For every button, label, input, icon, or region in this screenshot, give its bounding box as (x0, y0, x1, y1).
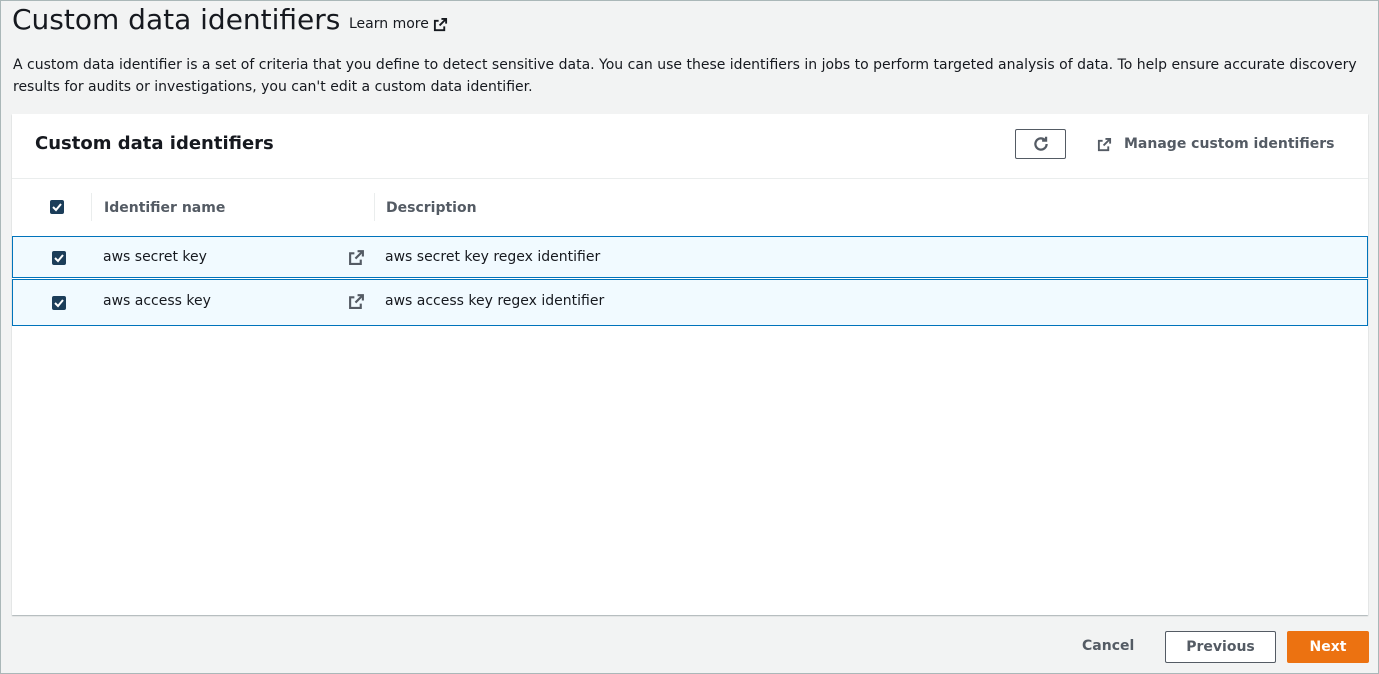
page-description: A custom data identifier is a set of cri… (13, 57, 1357, 95)
column-divider (374, 193, 375, 221)
custom-identifiers-panel: Custom data identifiers Manage custom id… (12, 114, 1368, 615)
column-header-description[interactable]: Description (386, 200, 477, 216)
learn-more-link[interactable]: Learn more (349, 16, 448, 32)
select-all-checkbox[interactable] (50, 200, 64, 214)
refresh-icon (1033, 136, 1048, 151)
identifier-name-cell: aws access key (103, 293, 211, 309)
manage-label: Manage custom identifiers (1124, 136, 1335, 152)
identifier-name-cell: aws secret key (103, 249, 207, 265)
external-link-icon[interactable] (348, 249, 365, 266)
description-cell: aws secret key regex identifier (385, 249, 601, 265)
check-icon (54, 299, 64, 308)
table-row[interactable]: aws access key aws access key regex iden… (12, 279, 1368, 326)
cancel-button[interactable]: Cancel (1082, 638, 1134, 654)
previous-button[interactable]: Previous (1165, 631, 1276, 663)
row-checkbox[interactable] (52, 251, 66, 265)
panel-title: Custom data identifiers (35, 133, 274, 154)
description-cell: aws access key regex identifier (385, 293, 605, 309)
row-checkbox[interactable] (52, 296, 66, 310)
external-link-icon (1097, 137, 1112, 151)
page-title: Custom data identifiers (12, 3, 341, 36)
learn-more-label: Learn more (349, 16, 429, 32)
check-icon (52, 203, 62, 212)
panel-header: Custom data identifiers Manage custom id… (12, 114, 1368, 179)
column-divider (91, 193, 92, 221)
external-link-icon (433, 17, 447, 31)
column-header-identifier-name[interactable]: Identifier name (104, 200, 225, 216)
refresh-button[interactable] (1015, 129, 1066, 159)
manage-custom-identifiers-link[interactable]: Manage custom identifiers (1097, 136, 1334, 152)
external-link-icon[interactable] (348, 293, 365, 310)
table-header: Identifier name Description (12, 179, 1368, 235)
check-icon (54, 254, 64, 263)
next-button[interactable]: Next (1287, 631, 1369, 663)
table-row[interactable]: aws secret key aws secret key regex iden… (12, 236, 1368, 278)
